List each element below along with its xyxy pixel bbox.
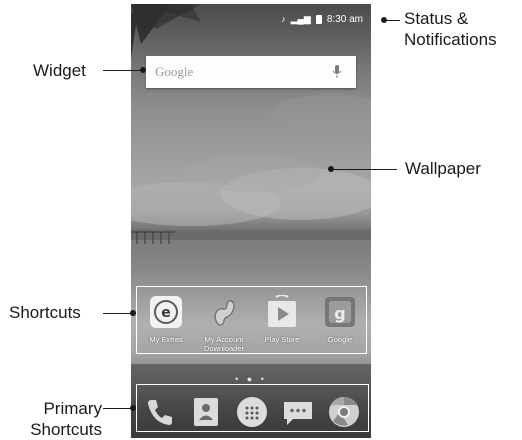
google-search-widget[interactable]: Google [146,56,356,88]
battery-icon [315,14,322,24]
status-callout-label: Status & Notifications [404,9,497,49]
shortcuts-frame [136,286,367,354]
primary-callout-label: Primary Shortcuts [30,399,102,439]
notification-icon: ♪ [281,13,286,24]
page-indicator: • ● • [235,374,267,384]
status-bar: ♪ ▂▄▆ 8:30 am [131,4,371,34]
mic-icon[interactable] [332,65,342,79]
status-callout-line [384,20,400,21]
wallpaper-callout-label: Wallpaper [405,159,481,178]
search-logo: Google [155,64,194,79]
signal-icon: ▂▄▆ [290,13,311,24]
widget-callout-label: Widget [33,61,86,80]
primary-callout-dot [130,405,136,411]
shortcuts-callout-dot [130,310,136,316]
widget-callout-dot [140,67,146,73]
status-time: 8:30 am [326,13,363,25]
shortcuts-callout-line [103,313,133,314]
dock-frame [136,384,369,432]
wallpaper-callout-line [331,169,397,170]
shortcuts-callout-label: Shortcuts [9,303,81,322]
primary-callout-line [103,408,133,409]
phone-screen: ♪ ▂▄▆ 8:30 am Google e My Extras My Acco… [131,4,371,438]
widget-callout-line [103,70,143,71]
